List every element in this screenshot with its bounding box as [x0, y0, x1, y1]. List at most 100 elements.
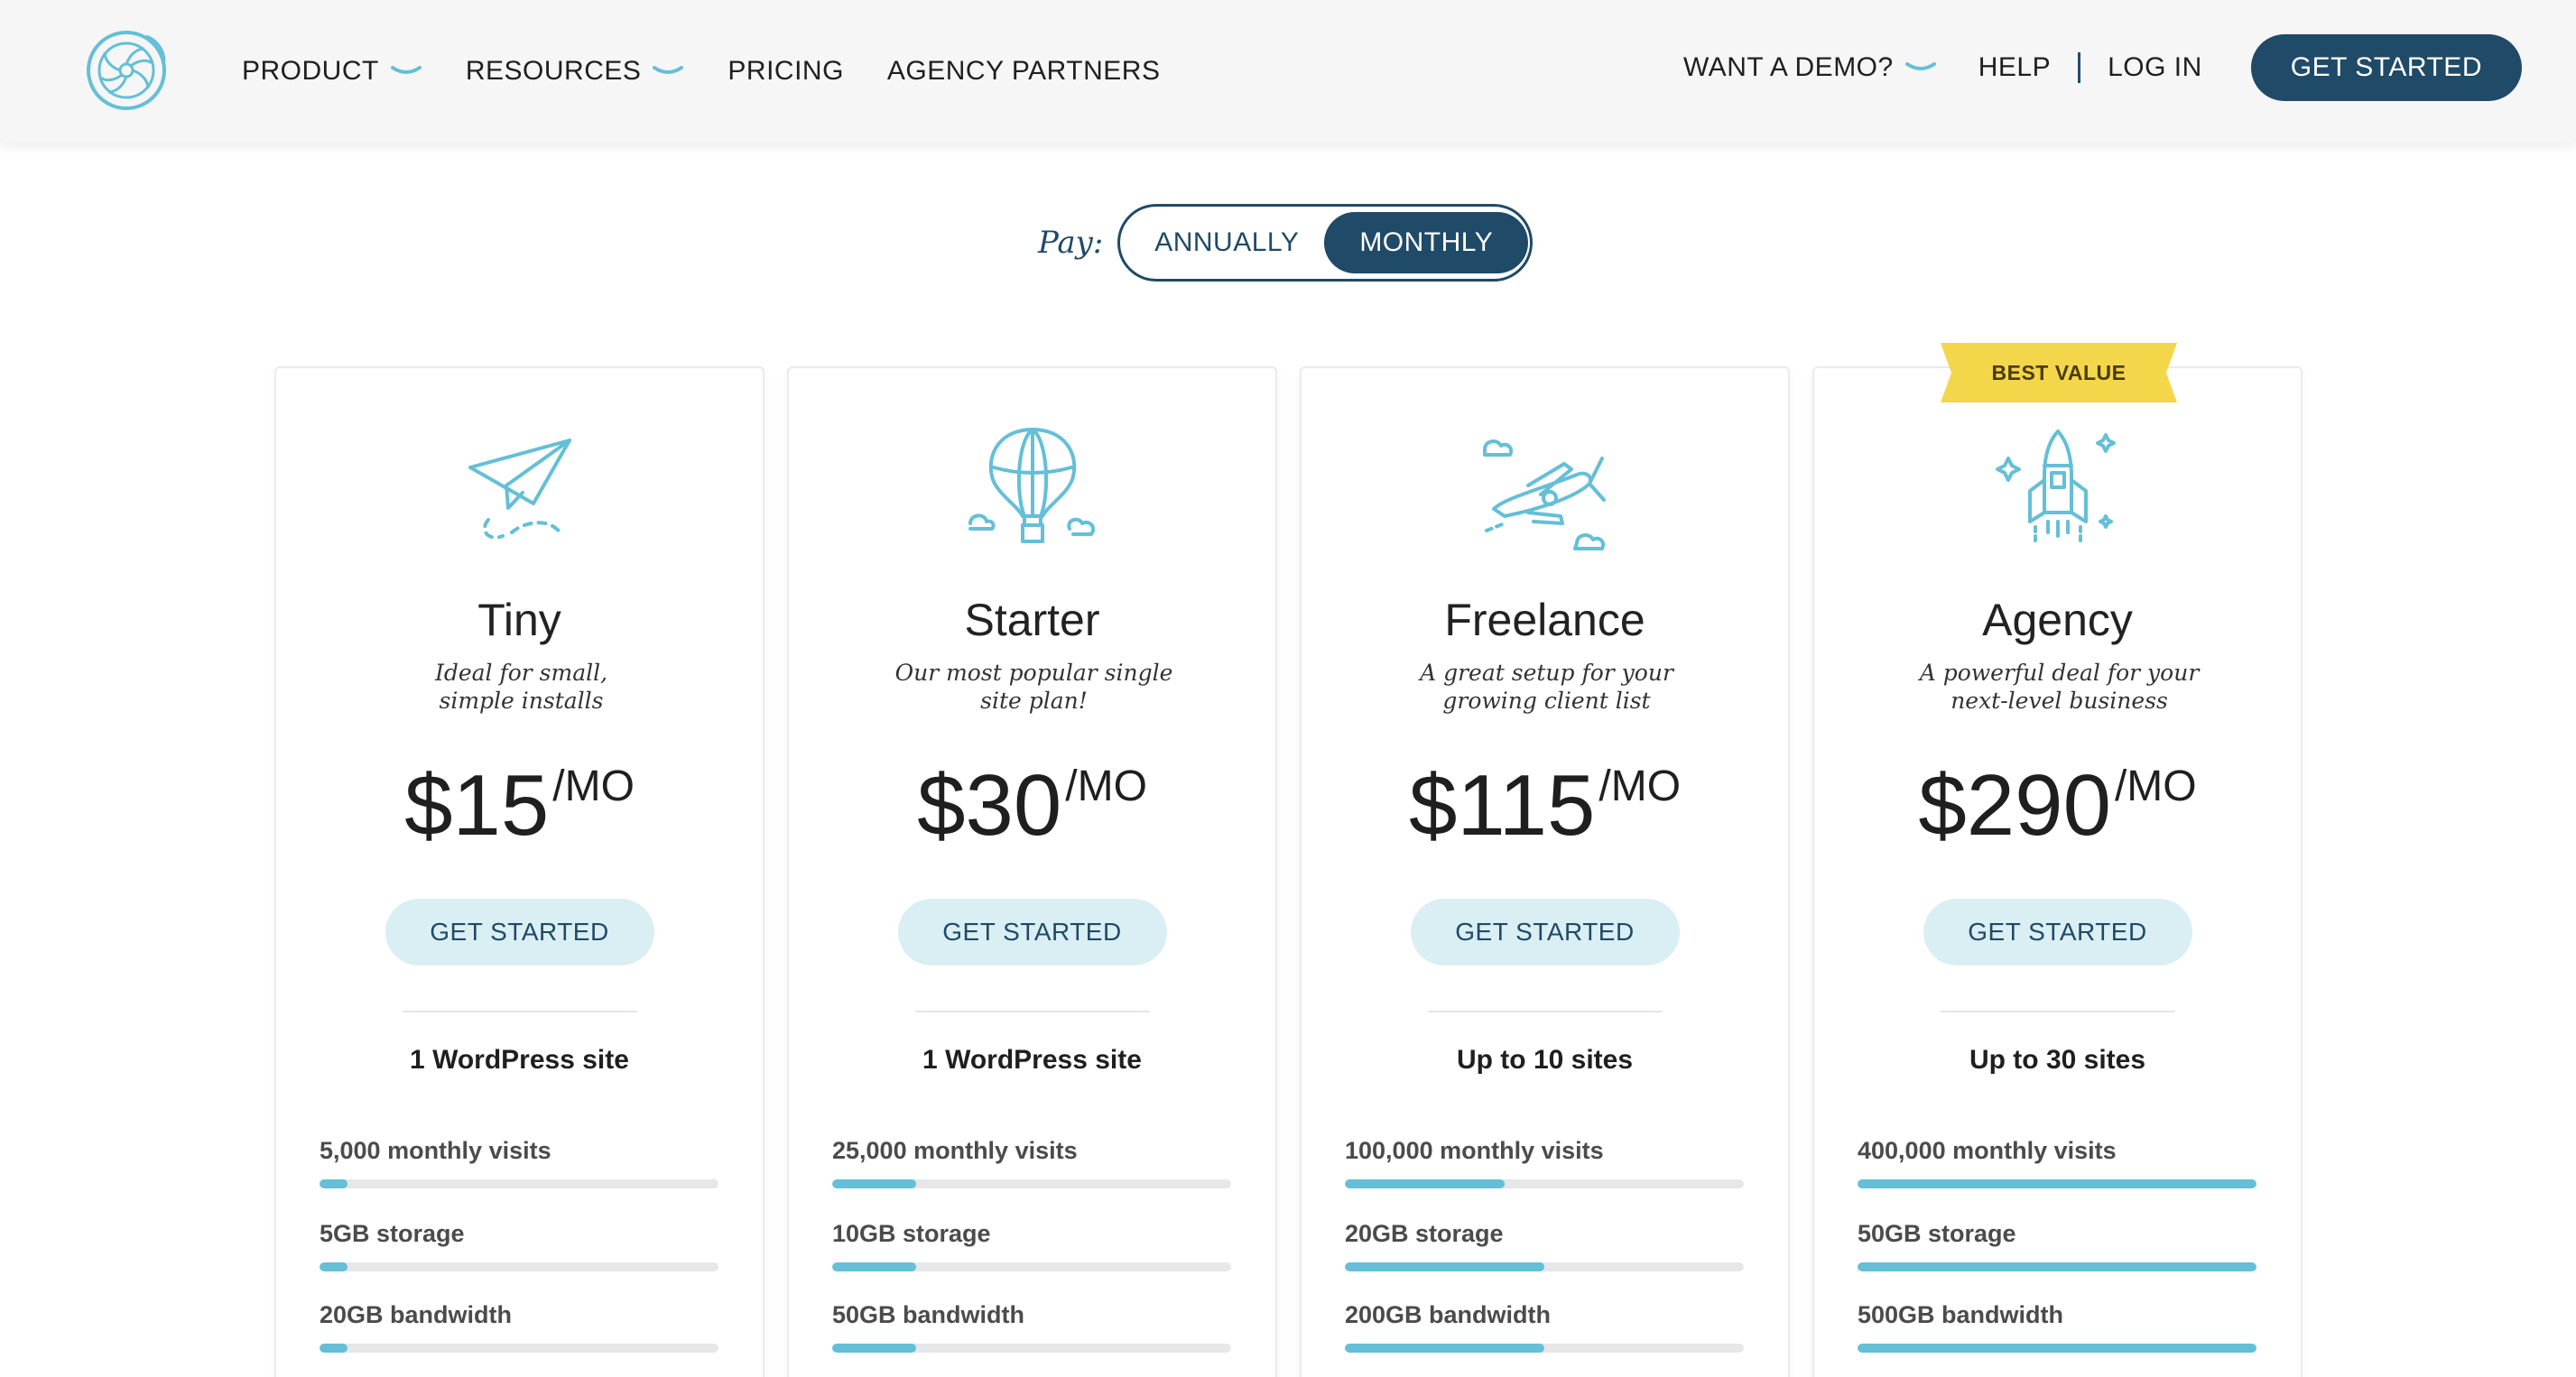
- plan-price: $290/MO: [1814, 756, 2301, 855]
- plan-name: Tiny: [477, 595, 561, 645]
- price-unit: /MO: [1598, 762, 1682, 810]
- plan-description-line: Our most popular single: [894, 660, 1173, 686]
- meter-track: [1345, 1262, 1744, 1271]
- plan-description-line: A great setup for your: [1420, 660, 1673, 686]
- chevron-down-icon: [653, 66, 684, 74]
- chevron-down-icon: [390, 66, 422, 74]
- card-divider: [402, 1011, 637, 1012]
- plan-description: A great setup for your growing client li…: [1365, 659, 1728, 715]
- meter-fill: [1858, 1344, 2256, 1353]
- storage-meter: 10GB storage: [832, 1220, 1231, 1271]
- card-divider: [1940, 1011, 2175, 1012]
- plan-get-started-button[interactable]: GET STARTED: [385, 899, 654, 966]
- nav-resources[interactable]: RESOURCES: [466, 56, 685, 87]
- price-amount: $30: [917, 757, 1062, 854]
- price-unit: /MO: [552, 762, 635, 810]
- bandwidth-label: 20GB bandwidth: [320, 1301, 513, 1328]
- nav-divider: [2078, 52, 2081, 83]
- nav-product-label: PRODUCT: [242, 56, 379, 86]
- nav-agency-partners-label: AGENCY PARTNERS: [886, 56, 1161, 86]
- meter-fill: [320, 1179, 347, 1188]
- visits-label: 25,000 monthly visits: [832, 1137, 1078, 1164]
- nav-want-a-demo[interactable]: WANT A DEMO?: [1683, 52, 1937, 83]
- visits-meter: 5,000 monthly visits: [320, 1137, 718, 1188]
- meter-track: [320, 1262, 718, 1271]
- meter-fill: [1345, 1262, 1544, 1271]
- billing-toggle-group: Pay: ANNUALLY MONTHLY: [1038, 204, 1534, 282]
- plan-description: Our most popular single site plan!: [852, 659, 1216, 715]
- meter-track: [832, 1179, 1231, 1188]
- bandwidth-meter: 50GB bandwidth: [832, 1301, 1231, 1353]
- plan-get-started-button[interactable]: GET STARTED: [1410, 899, 1680, 966]
- nav-demo-label: WANT A DEMO?: [1682, 52, 1894, 82]
- card-divider: [914, 1011, 1150, 1012]
- storage-meter: 20GB storage: [1345, 1220, 1744, 1271]
- rocket-icon: [1995, 430, 2116, 545]
- visits-label: 5,000 monthly visits: [320, 1137, 551, 1164]
- price-amount: $115: [1408, 757, 1596, 854]
- primary-nav: PRODUCT RESOURCES PRICING AGENCY PARTNER…: [242, 0, 1203, 143]
- meter-track: [832, 1344, 1231, 1353]
- best-value-badge: BEST VALUE: [1941, 343, 2177, 402]
- meter-fill: [320, 1344, 347, 1353]
- meter-fill: [1345, 1344, 1544, 1353]
- meter-track: [320, 1344, 718, 1353]
- price-unit: /MO: [2114, 762, 2197, 810]
- plan-price: $115/MO: [1302, 756, 1788, 855]
- plan-name: Freelance: [1444, 595, 1645, 645]
- card-divider: [1427, 1011, 1663, 1012]
- plan-get-started-button[interactable]: GET STARTED: [897, 899, 1167, 966]
- header-get-started-button[interactable]: GET STARTED: [2250, 34, 2522, 101]
- billing-option-annually[interactable]: ANNUALLY: [1126, 212, 1328, 273]
- meter-track: [1345, 1344, 1744, 1353]
- price-unit: /MO: [1065, 762, 1147, 810]
- plan-description-line: growing client list: [1442, 688, 1651, 714]
- meter-track: [320, 1179, 718, 1188]
- bandwidth-label: 50GB bandwidth: [832, 1301, 1025, 1328]
- plan-description-line: Ideal for small,: [434, 660, 608, 686]
- plan-price: $15/MO: [276, 756, 763, 855]
- meter-track: [1345, 1179, 1744, 1188]
- chevron-down-icon: [1904, 62, 1936, 70]
- meter-fill: [832, 1344, 916, 1353]
- best-value-label: BEST VALUE: [1991, 360, 2127, 384]
- nav-product[interactable]: PRODUCT: [242, 56, 422, 87]
- visits-label: 100,000 monthly visits: [1345, 1137, 1604, 1164]
- plan-description-line: next-level business: [1951, 688, 2168, 714]
- plan-description-line: site plan!: [980, 688, 1088, 714]
- bandwidth-label: 500GB bandwidth: [1858, 1301, 2064, 1328]
- price-amount: $290: [1918, 757, 2111, 854]
- nav-help[interactable]: HELP: [1978, 52, 2051, 83]
- plan-sites: Up to 10 sites: [1456, 1045, 1634, 1075]
- bandwidth-meter: 20GB bandwidth: [320, 1301, 718, 1353]
- meter-fill: [1858, 1179, 2256, 1188]
- plan-sites: Up to 30 sites: [1969, 1045, 2146, 1075]
- meter-track: [1858, 1344, 2256, 1353]
- biplane-icon: [1482, 439, 1606, 550]
- hot-air-balloon-icon: [968, 428, 1095, 543]
- nav-log-in[interactable]: LOG IN: [2108, 52, 2202, 83]
- storage-label: 50GB storage: [1858, 1220, 2016, 1247]
- meter-fill: [320, 1262, 347, 1271]
- plan-description-line: simple installs: [439, 688, 604, 714]
- storage-meter: 5GB storage: [320, 1220, 718, 1271]
- price-amount: $15: [404, 757, 550, 854]
- nav-pricing[interactable]: PRICING: [727, 56, 844, 87]
- plan-description-line: A powerful deal for your: [1919, 660, 2200, 686]
- billing-option-monthly[interactable]: MONTHLY: [1324, 212, 1529, 273]
- meter-fill: [832, 1262, 916, 1271]
- meter-fill: [1858, 1262, 2256, 1271]
- plan-description: A powerful deal for your next-level busi…: [1877, 659, 2241, 715]
- nav-agency-partners[interactable]: AGENCY PARTNERS: [887, 56, 1161, 87]
- meter-fill: [1345, 1179, 1505, 1188]
- meter-track: [832, 1262, 1231, 1271]
- storage-label: 10GB storage: [832, 1220, 991, 1247]
- flywheel-logo-icon[interactable]: [83, 27, 170, 114]
- plan-card-agency: Agency A powerful deal for your next-lev…: [1812, 366, 2303, 1377]
- pay-label: Pay:: [1038, 225, 1104, 261]
- storage-meter: 50GB storage: [1858, 1220, 2256, 1271]
- plan-get-started-button[interactable]: GET STARTED: [1923, 899, 2192, 966]
- storage-label: 5GB storage: [320, 1220, 465, 1247]
- meter-fill: [832, 1179, 916, 1188]
- bandwidth-label: 200GB bandwidth: [1345, 1301, 1552, 1328]
